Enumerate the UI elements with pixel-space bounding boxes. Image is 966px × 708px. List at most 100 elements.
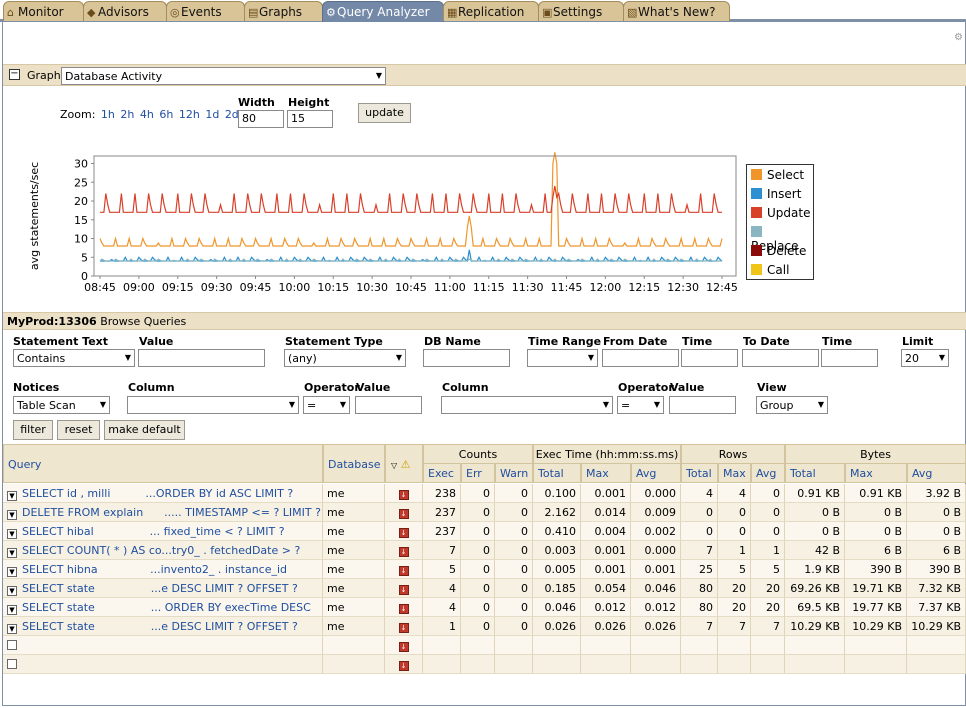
zoom-2h[interactable]: 2h bbox=[120, 108, 134, 121]
limit-select[interactable]: 20 ▼ bbox=[901, 349, 949, 367]
expand-icon[interactable]: ▼ bbox=[7, 510, 17, 520]
expand-icon[interactable]: ▼ bbox=[7, 586, 17, 596]
tab-graphs[interactable]: ▤ Graphs bbox=[244, 1, 323, 21]
height-input[interactable]: 15 bbox=[287, 110, 333, 128]
column-select[interactable]: ▼ bbox=[127, 396, 299, 414]
tab-advisors[interactable]: ◆ Advisors bbox=[83, 1, 167, 21]
download-icon[interactable]: ↓ bbox=[398, 623, 409, 633]
table-row[interactable]: ↓ bbox=[3, 655, 966, 674]
download-icon[interactable]: ↓ bbox=[398, 604, 409, 614]
query-link[interactable]: SELECT state ...e DESC LIMIT ? OFFSET ? bbox=[22, 582, 298, 595]
statement-type-select[interactable]: (any) ▼ bbox=[284, 349, 406, 367]
view-select[interactable]: Group ▼ bbox=[756, 396, 828, 414]
table-row[interactable]: ▼ SELECT state ... ORDER BY execTime DESC… bbox=[3, 598, 966, 617]
table-row[interactable]: ▼ SELECT id , milli ...ORDER BY id ASC LI… bbox=[3, 484, 966, 503]
download-cell: ↓ bbox=[385, 655, 423, 674]
query-link[interactable]: SELECT COUNT( * ) AS co...try0_ . fetche… bbox=[22, 544, 300, 557]
query-link[interactable]: DELETE FROM explain ..... TIMESTAMP <= ?… bbox=[22, 506, 321, 519]
expand-icon[interactable]: ▼ bbox=[7, 529, 17, 539]
update-button[interactable]: update bbox=[358, 103, 411, 123]
column-header-bytes-total[interactable]: Total bbox=[785, 463, 845, 483]
expand-icon[interactable]: ▼ bbox=[7, 624, 17, 634]
width-input[interactable]: 80 bbox=[238, 110, 284, 128]
to-date-input[interactable] bbox=[742, 349, 819, 367]
column-header-rows-avg[interactable]: Avg bbox=[751, 463, 785, 483]
expand-icon[interactable]: ▼ bbox=[7, 567, 17, 577]
collapse-icon[interactable]: − bbox=[9, 69, 20, 80]
column-header-rows-total[interactable]: Total bbox=[681, 463, 718, 483]
time-input[interactable] bbox=[681, 349, 738, 367]
table-row[interactable]: ▼ SELECT COUNT( * ) AS co...try0_ . fetch… bbox=[3, 541, 966, 560]
statement-text-select[interactable]: Contains ▼ bbox=[13, 349, 135, 367]
zoom-1h[interactable]: 1h bbox=[101, 108, 115, 121]
graph-select[interactable]: Database Activity ▼ bbox=[61, 67, 386, 85]
table-row[interactable]: ▼ DELETE FROM explain ..... TIMESTAMP <= … bbox=[3, 503, 966, 522]
column-header-err[interactable]: Err bbox=[461, 463, 495, 483]
query-link[interactable]: SELECT state ... ORDER BY execTime DESC bbox=[22, 601, 311, 614]
r-max-cell: 1 bbox=[718, 541, 751, 560]
series-line-insert bbox=[100, 249, 723, 263]
expand-icon[interactable] bbox=[7, 659, 17, 669]
zoom-1d[interactable]: 1d bbox=[205, 108, 219, 121]
operator-select[interactable]: = ▼ bbox=[303, 396, 350, 414]
settings-corner-icon[interactable]: ⚙ bbox=[954, 32, 964, 46]
column-header-bytes-avg[interactable]: Avg bbox=[907, 463, 966, 483]
tab-whats-new[interactable]: ▧ What's New? bbox=[623, 1, 730, 21]
column-header-warn[interactable]: Warn bbox=[495, 463, 533, 483]
from-date-input[interactable] bbox=[602, 349, 679, 367]
column-header-time-total[interactable]: Total bbox=[533, 463, 581, 483]
column-header-notices[interactable]: ▽ ⚠ bbox=[385, 444, 423, 483]
download-icon[interactable]: ↓ bbox=[398, 528, 409, 538]
notices-select[interactable]: Table Scan ▼ bbox=[13, 396, 110, 414]
expand-icon[interactable]: ▼ bbox=[7, 605, 17, 615]
query-link[interactable]: SELECT hibna ...invento2_ . instance_id bbox=[22, 563, 287, 576]
value-input[interactable] bbox=[138, 349, 265, 367]
tab-query-analyzer[interactable]: ⚙ Query Analyzer bbox=[322, 1, 444, 22]
expand-icon[interactable]: ▼ bbox=[7, 548, 17, 558]
zoom-6h[interactable]: 6h bbox=[159, 108, 173, 121]
tab-replication[interactable]: ▦ Replication bbox=[443, 1, 539, 21]
table-row[interactable]: ▼ SELECT hibna ...invento2_ . instance_id… bbox=[3, 560, 966, 579]
r-avg-cell bbox=[751, 636, 785, 655]
column-header-bytes-max[interactable]: Max bbox=[845, 463, 907, 483]
zoom-4h[interactable]: 4h bbox=[140, 108, 154, 121]
column-header-time-avg[interactable]: Avg bbox=[631, 463, 681, 483]
x-tick-label: 11:45 bbox=[551, 281, 583, 294]
query-link[interactable]: SELECT state ...e DESC LIMIT ? OFFSET ? bbox=[22, 620, 298, 633]
table-row[interactable]: ↓ bbox=[3, 636, 966, 655]
table-row[interactable]: ▼ SELECT state ...e DESC LIMIT ? OFFSET ?… bbox=[3, 579, 966, 598]
reset-button[interactable]: reset bbox=[57, 420, 100, 440]
download-icon[interactable]: ↓ bbox=[398, 490, 409, 500]
time-range-select[interactable]: ▼ bbox=[527, 349, 598, 367]
column2-select[interactable]: ▼ bbox=[441, 396, 613, 414]
download-icon[interactable]: ↓ bbox=[398, 585, 409, 595]
operator2-select[interactable]: = ▼ bbox=[617, 396, 664, 414]
db-name-input[interactable] bbox=[423, 349, 510, 367]
download-icon[interactable]: ↓ bbox=[398, 566, 409, 576]
value2-input[interactable] bbox=[355, 396, 422, 414]
download-icon[interactable]: ↓ bbox=[398, 547, 409, 557]
tab-settings[interactable]: ▣ Settings bbox=[538, 1, 624, 21]
table-row[interactable]: ▼ SELECT hibal ... fixed_time < ? LIMIT ?… bbox=[3, 522, 966, 541]
download-icon[interactable]: ↓ bbox=[398, 642, 409, 652]
query-link[interactable]: SELECT hibal ... fixed_time < ? LIMIT ? bbox=[22, 525, 285, 538]
expand-icon[interactable] bbox=[7, 640, 17, 650]
column-header-database[interactable]: Database bbox=[323, 444, 385, 483]
column-header-rows-max[interactable]: Max bbox=[718, 463, 751, 483]
download-icon[interactable]: ↓ bbox=[398, 661, 409, 671]
value3-input[interactable] bbox=[669, 396, 736, 414]
column-header-query[interactable]: Query bbox=[3, 444, 323, 483]
expand-icon[interactable]: ▼ bbox=[7, 491, 17, 501]
column-header-time-max[interactable]: Max bbox=[581, 463, 631, 483]
zoom-2d[interactable]: 2d bbox=[225, 108, 239, 121]
filter-button[interactable]: filter bbox=[13, 420, 53, 440]
tab-monitor[interactable]: ⌂ Monitor bbox=[3, 1, 84, 21]
table-row[interactable]: ▼ SELECT state ...e DESC LIMIT ? OFFSET ?… bbox=[3, 617, 966, 636]
zoom-12h[interactable]: 12h bbox=[179, 108, 200, 121]
column-header-exec[interactable]: Exec bbox=[423, 463, 461, 483]
query-link[interactable]: SELECT id , milli ...ORDER BY id ASC LIM… bbox=[22, 487, 293, 500]
tab-events[interactable]: ◎ Events bbox=[166, 1, 245, 21]
make-default-button[interactable]: make default bbox=[104, 420, 185, 440]
download-icon[interactable]: ↓ bbox=[398, 509, 409, 519]
time2-input[interactable] bbox=[821, 349, 878, 367]
